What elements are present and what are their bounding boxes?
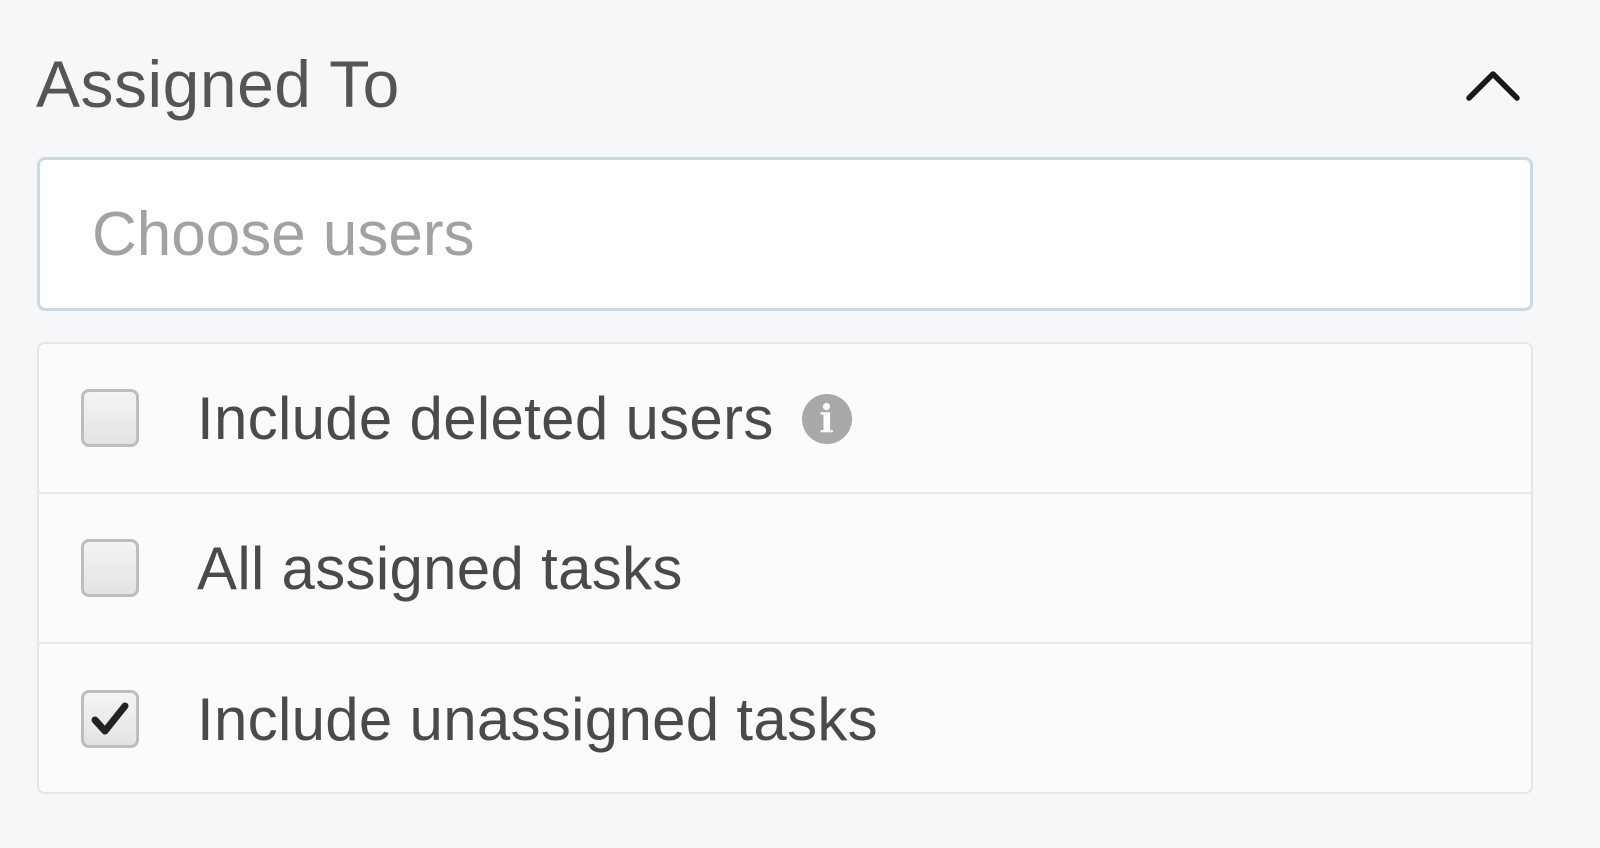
all-assigned-tasks-checkbox[interactable] — [81, 539, 139, 597]
choose-users-input[interactable] — [37, 157, 1533, 311]
option-include-unassigned-tasks[interactable]: Include unassigned tasks — [39, 644, 1531, 792]
chevron-up-icon[interactable] — [1465, 68, 1521, 102]
filter-header[interactable]: Assigned To — [36, 44, 1536, 124]
assigned-to-filter-panel: Assigned To Include deleted users i — [0, 0, 1600, 848]
filter-title: Assigned To — [36, 47, 400, 121]
include-deleted-users-checkbox[interactable] — [81, 389, 139, 447]
info-icon[interactable]: i — [801, 393, 852, 444]
option-all-assigned-tasks[interactable]: All assigned tasks — [39, 494, 1531, 644]
all-assigned-tasks-label: All assigned tasks — [197, 534, 683, 602]
include-unassigned-tasks-label: Include unassigned tasks — [197, 685, 878, 753]
include-unassigned-tasks-checkbox[interactable] — [81, 690, 139, 748]
option-include-deleted-users[interactable]: Include deleted users i — [39, 344, 1531, 494]
include-deleted-users-label: Include deleted users — [197, 384, 774, 452]
check-icon — [91, 702, 129, 735]
collapse-button[interactable] — [1458, 60, 1528, 110]
filter-options-list: Include deleted users i All assigned task… — [37, 342, 1533, 794]
